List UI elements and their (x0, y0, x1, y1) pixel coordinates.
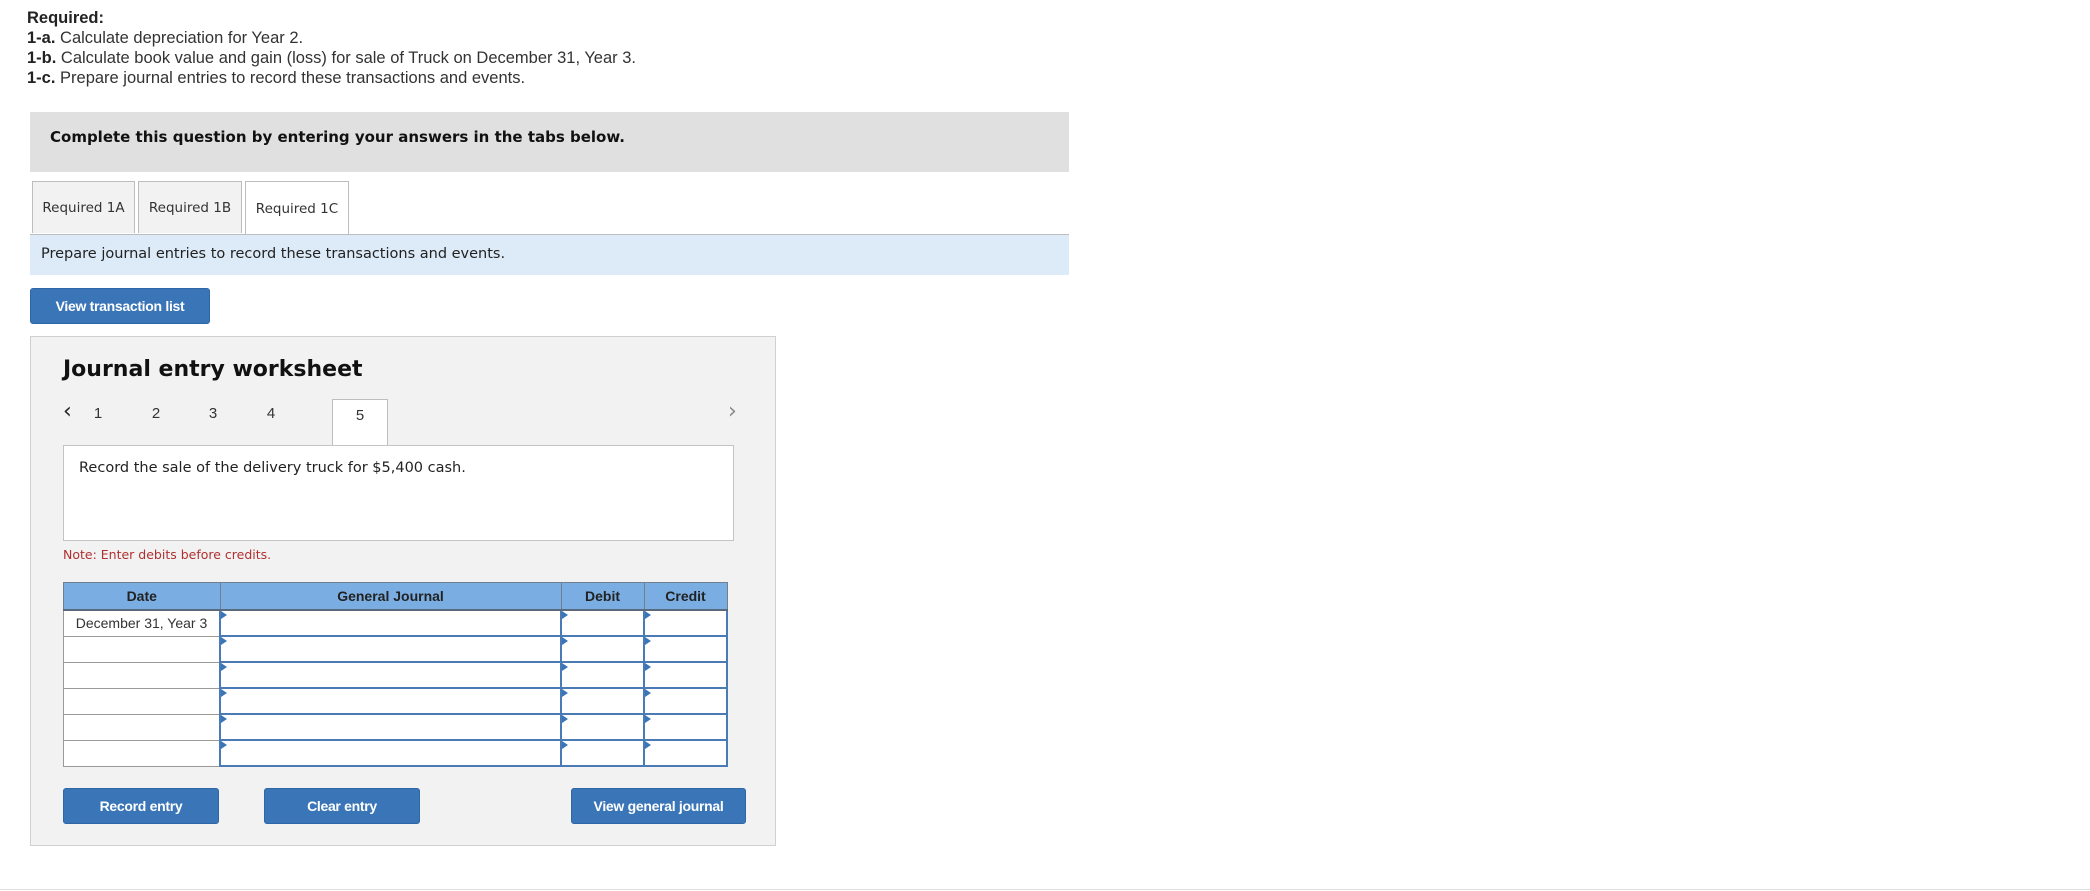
account-input-field[interactable] (221, 741, 560, 765)
debit-input[interactable] (560, 661, 645, 689)
debit-input[interactable] (560, 609, 645, 637)
tab-instruction-bar: Prepare journal entries to record these … (30, 235, 1069, 275)
tab-required-1b[interactable]: Required 1B (138, 181, 242, 233)
debit-input[interactable] (560, 713, 645, 741)
header-credit: Credit (643, 582, 728, 611)
tab-instruction-text: Prepare journal entries to record these … (41, 246, 506, 262)
transaction-description: Record the sale of the delivery truck fo… (79, 460, 466, 476)
credit-input[interactable] (643, 609, 728, 637)
credit-input-field[interactable] (645, 741, 726, 765)
debit-input-field[interactable] (562, 611, 643, 635)
tab-required-1c[interactable]: Required 1C (245, 181, 349, 235)
credit-input[interactable] (643, 635, 728, 663)
header-date: Date (63, 582, 221, 611)
tab-required-1a[interactable]: Required 1A (32, 181, 135, 233)
credit-input[interactable] (643, 687, 728, 715)
table-row (63, 713, 728, 741)
credit-input[interactable] (643, 713, 728, 741)
account-input-field[interactable] (221, 663, 560, 687)
clear-entry-button[interactable]: Clear entry (264, 788, 420, 824)
worksheet-step-4[interactable]: 4 (256, 399, 286, 422)
worksheet-title: Journal entry worksheet (63, 357, 363, 382)
required-item-1b: 1-b. Calculate book value and gain (loss… (27, 49, 637, 67)
record-entry-button[interactable]: Record entry (63, 788, 219, 824)
page-bottom-divider (0, 889, 2090, 890)
credit-input[interactable] (643, 661, 728, 689)
view-general-journal-button[interactable]: View general journal (571, 788, 746, 824)
date-cell (63, 713, 221, 741)
credit-input-field[interactable] (645, 715, 726, 739)
account-input-field[interactable] (221, 715, 560, 739)
account-input-field[interactable] (221, 637, 560, 661)
date-cell: December 31, Year 3 (63, 609, 221, 637)
table-row (63, 739, 728, 767)
header-debit: Debit (560, 582, 645, 611)
date-cell (63, 635, 221, 663)
debit-input-field[interactable] (562, 715, 643, 739)
debits-note: Note: Enter debits before credits. (63, 547, 272, 562)
worksheet-step-1[interactable]: 1 (83, 399, 113, 422)
credit-input-field[interactable] (645, 663, 726, 687)
account-input[interactable] (219, 713, 562, 741)
account-input-field[interactable] (221, 689, 560, 713)
debit-input[interactable] (560, 739, 645, 767)
debit-input-field[interactable] (562, 663, 643, 687)
account-input-field[interactable] (221, 611, 560, 635)
debit-input-field[interactable] (562, 741, 643, 765)
header-general-journal: General Journal (219, 582, 562, 611)
required-item-1c: 1-c. Prepare journal entries to record t… (27, 69, 526, 87)
worksheet-step-5[interactable]: 5 (332, 399, 388, 445)
credit-input[interactable] (643, 739, 728, 767)
journal-entry-worksheet: Journal entry worksheet ‹ 1 2 3 4 5 › Re… (30, 336, 776, 846)
chevron-left-icon[interactable]: ‹ (63, 399, 72, 424)
table-row (63, 661, 728, 689)
debit-input[interactable] (560, 687, 645, 715)
debit-input-field[interactable] (562, 637, 643, 661)
table-row (63, 687, 728, 715)
journal-table-header: Date General Journal Debit Credit (63, 582, 728, 611)
chevron-right-icon[interactable]: › (728, 399, 737, 424)
account-input[interactable] (219, 739, 562, 767)
journal-table: Date General Journal Debit Credit Decemb… (63, 582, 728, 767)
credit-input-field[interactable] (645, 637, 726, 661)
credit-input-field[interactable] (645, 689, 726, 713)
requirement-tabs: Required 1A Required 1B Required 1C (32, 181, 352, 235)
account-input[interactable] (219, 687, 562, 715)
account-input[interactable] (219, 661, 562, 689)
required-section: Required: 1-a. Calculate depreciation fo… (27, 8, 636, 88)
credit-input-field[interactable] (645, 611, 726, 635)
required-item-1a: 1-a. Calculate depreciation for Year 2. (27, 29, 304, 47)
worksheet-step-3[interactable]: 3 (198, 399, 228, 422)
debit-input-field[interactable] (562, 689, 643, 713)
date-cell (63, 739, 221, 767)
debit-input[interactable] (560, 635, 645, 663)
account-input[interactable] (219, 609, 562, 637)
table-row (63, 635, 728, 663)
view-transaction-list-button[interactable]: View transaction list (30, 288, 210, 324)
date-cell (63, 661, 221, 689)
account-input[interactable] (219, 635, 562, 663)
instructions-banner: Complete this question by entering your … (30, 112, 1069, 172)
instructions-banner-text: Complete this question by entering your … (50, 128, 625, 146)
worksheet-step-2[interactable]: 2 (141, 399, 171, 422)
date-cell (63, 687, 221, 715)
required-heading: Required: (27, 9, 105, 27)
table-row: December 31, Year 3 (63, 609, 728, 637)
transaction-description-box: Record the sale of the delivery truck fo… (63, 445, 734, 541)
